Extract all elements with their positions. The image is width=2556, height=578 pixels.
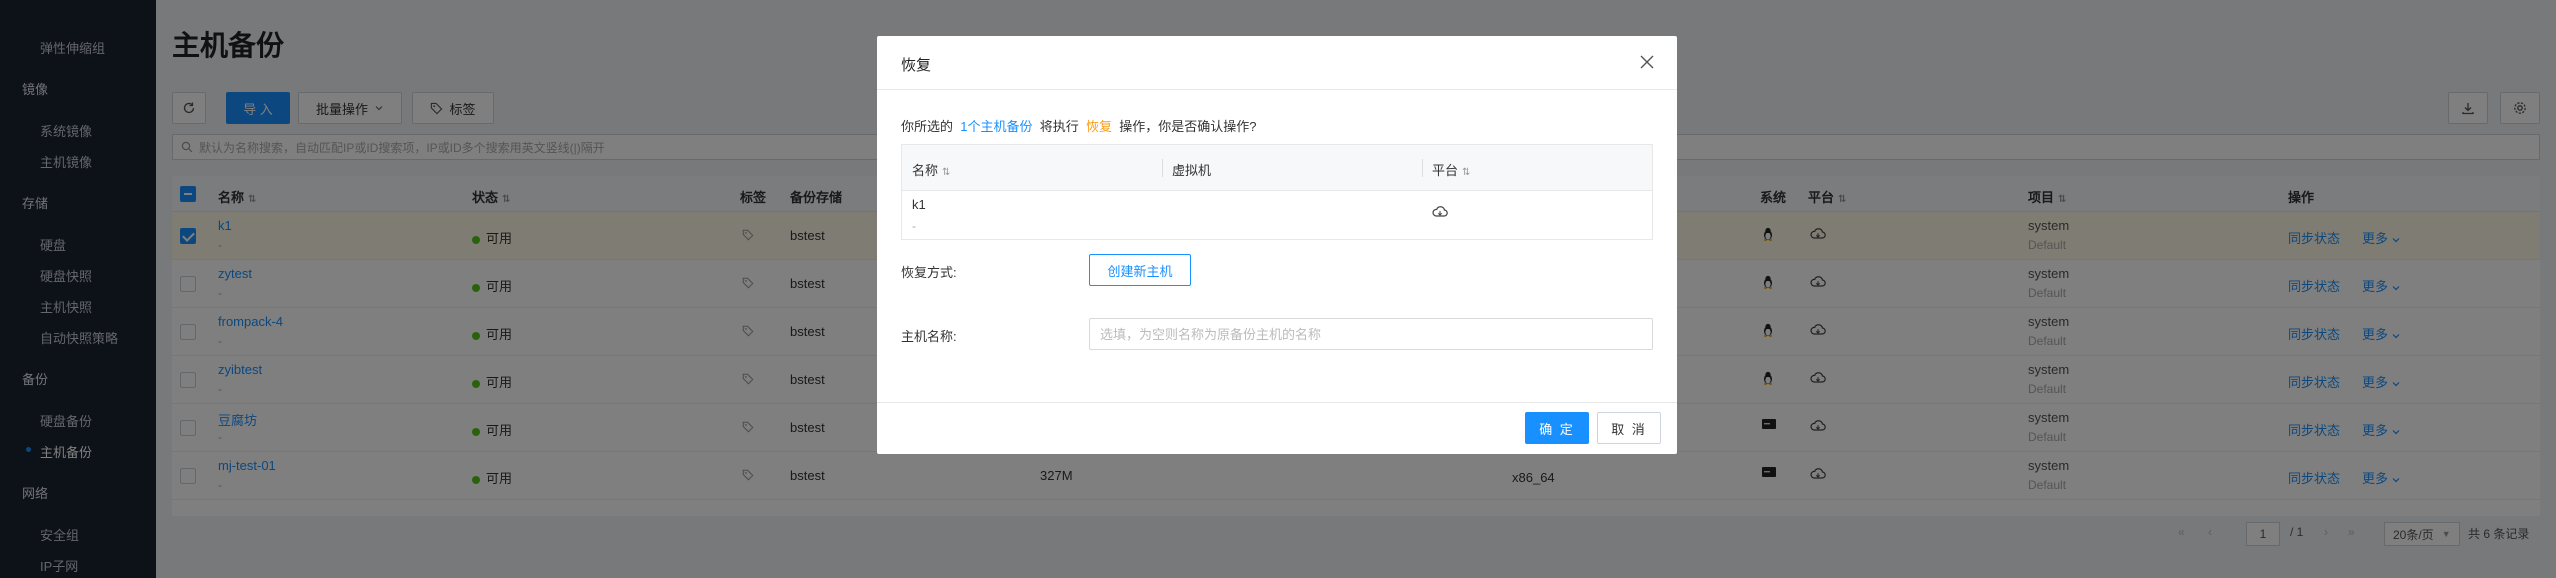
modal-table-header: 名称 ⇅ 虚拟机 平台 ⇅ bbox=[902, 145, 1652, 191]
modal-column-name[interactable]: 名称 ⇅ bbox=[912, 160, 950, 179]
cloud-icon bbox=[1432, 205, 1448, 219]
cancel-button[interactable]: 取 消 bbox=[1597, 412, 1661, 444]
restore-modal: 恢复 你所选的 1个主机备份 将执行 恢复 操作，你是否确认操作? 名称 ⇅ 虚拟… bbox=[877, 36, 1677, 454]
host-name-input[interactable] bbox=[1089, 318, 1653, 350]
host-name-label: 主机名称: bbox=[901, 329, 957, 344]
close-button[interactable] bbox=[1637, 52, 1657, 72]
restore-mode-label: 恢复方式: bbox=[901, 265, 957, 280]
close-icon bbox=[1640, 55, 1654, 69]
modal-column-vm: 虚拟机 bbox=[1172, 163, 1212, 178]
confirm-action: 恢复 bbox=[1085, 119, 1112, 134]
modal-row-sub: - bbox=[912, 219, 916, 233]
confirm-button[interactable]: 确 定 bbox=[1525, 412, 1589, 444]
modal-header: 恢复 bbox=[877, 36, 1677, 90]
modal-row-name: k1 bbox=[912, 197, 926, 212]
modal-title: 恢复 bbox=[901, 57, 932, 74]
modal-column-platform[interactable]: 平台 ⇅ bbox=[1432, 160, 1470, 179]
create-new-host-button[interactable]: 创建新主机 bbox=[1089, 254, 1191, 286]
selected-items-table: 名称 ⇅ 虚拟机 平台 ⇅ k1 - bbox=[901, 144, 1653, 240]
confirm-message: 你所选的 1个主机备份 将执行 恢复 操作，你是否确认操作? bbox=[901, 119, 1257, 134]
confirm-target: 1个主机备份 bbox=[960, 119, 1033, 134]
